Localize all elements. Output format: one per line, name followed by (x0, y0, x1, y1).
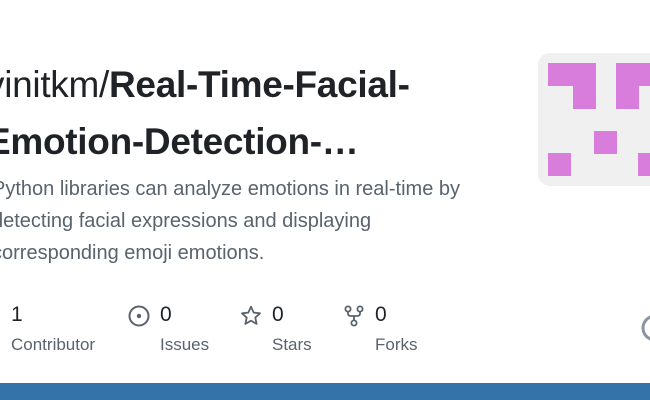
repo-title: vinitkm/Real-Time-Facial-Emotion-Detecti… (0, 56, 496, 170)
stars-count: 0 (272, 303, 284, 326)
issues-count: 0 (160, 303, 172, 326)
repo-description: Python libraries can analyze emotions in… (0, 178, 460, 264)
repo-owner[interactable]: vinitkm/ (0, 64, 109, 105)
avatar-icon[interactable] (640, 313, 650, 348)
bottom-accent-bar (0, 383, 650, 400)
forks-label: Forks (375, 335, 418, 354)
contributors-count: 1 (11, 303, 23, 326)
stars-label: Stars (272, 335, 312, 354)
issues-label: Issues (160, 335, 210, 354)
contributors-label: Contributor (11, 335, 96, 354)
fork-icon (343, 305, 365, 332)
forks-count: 0 (375, 303, 387, 326)
repo-identicon (538, 53, 650, 186)
star-icon (240, 305, 262, 332)
issue-icon (128, 305, 150, 332)
